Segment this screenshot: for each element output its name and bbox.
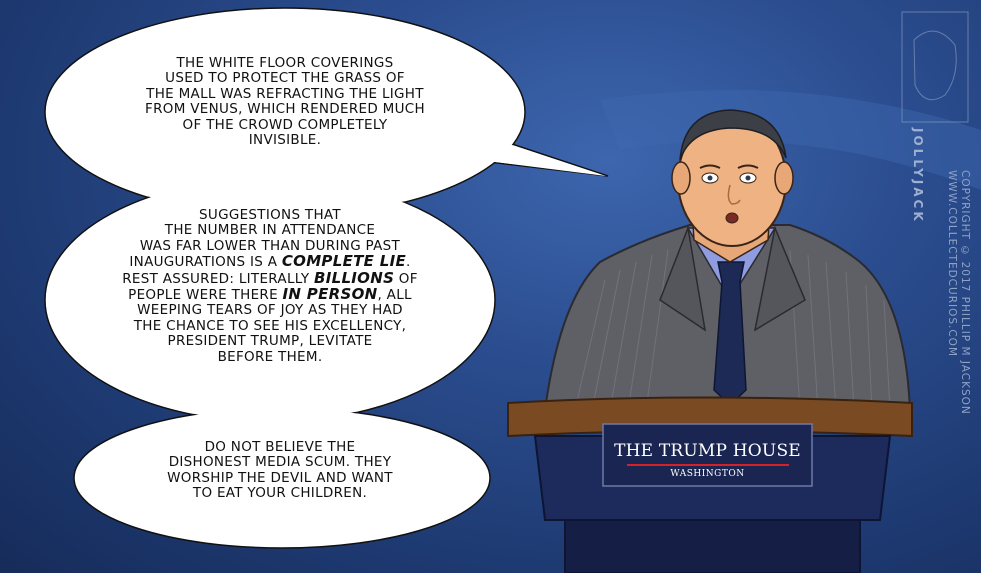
text-line: . [406, 254, 411, 271]
text-line: people were there [128, 287, 283, 304]
text-line: from Venus, which rendered much [145, 101, 425, 118]
mouth [725, 212, 739, 224]
text-line: weeping tears of joy as they had [137, 302, 403, 319]
speech-text-bottom: Do not believe the dishonest media scum.… [100, 439, 460, 502]
text-line: , all [377, 287, 412, 304]
podium-base [564, 519, 861, 573]
podium-sign-rule [626, 464, 789, 466]
comic-panel: The white floor coverings used to protec… [0, 0, 981, 573]
ear-right [774, 161, 794, 195]
text-line: used to protect the grass of [165, 70, 405, 87]
text-line: of [394, 270, 418, 287]
spokesman-figure [543, 109, 912, 411]
text-line: to eat your children. [192, 485, 368, 502]
podium-sign-subtitle: WASHINGTON [670, 469, 745, 479]
text-line: the mall was refracting the light [146, 85, 424, 102]
copyright-text: COPYRIGHT © 2017 PHILLIP M JACKSON [959, 170, 971, 415]
podium-sign-title: THE TRUMP HOUSE [614, 441, 801, 461]
emphasis-text: billions [313, 268, 395, 287]
artist-mark-box [901, 11, 969, 123]
speech-text-top: The white floor coverings used to protec… [75, 55, 495, 149]
emphasis-text: in person [282, 285, 378, 304]
text-line: dishonest media scum. They [168, 454, 392, 471]
artist-signature: JOLLYJACK [911, 128, 925, 224]
text-line: the number in attendance [164, 222, 376, 239]
text-line: the chance to see his excellency, [133, 317, 407, 334]
ear-left [671, 161, 691, 195]
text-line: worship the devil and want [167, 469, 393, 486]
text-line: President Trump, levitate [167, 333, 373, 350]
copyright-credit: COPYRIGHT © 2017 PHILLIP M JACKSON WWW.C… [945, 170, 971, 573]
text-line: before them. [217, 348, 323, 365]
text-line: invisible. [248, 132, 322, 149]
speech-text-middle: Suggestions that the number in attendanc… [60, 207, 480, 365]
text-line: Suggestions that [199, 207, 341, 223]
emphasis-text: complete lie [281, 252, 407, 271]
text-line: of the crowd completely [182, 116, 388, 133]
website-text: WWW.COLLECTEDCURIOS.COM [946, 170, 958, 358]
text-line: Do not believe the [204, 439, 356, 455]
podium-sign: THE TRUMP HOUSE WASHINGTON [603, 424, 812, 486]
text-line: inaugurations is a [129, 254, 282, 271]
text-line: The white floor coverings [176, 55, 394, 71]
artist-mark-drawing [913, 30, 957, 101]
